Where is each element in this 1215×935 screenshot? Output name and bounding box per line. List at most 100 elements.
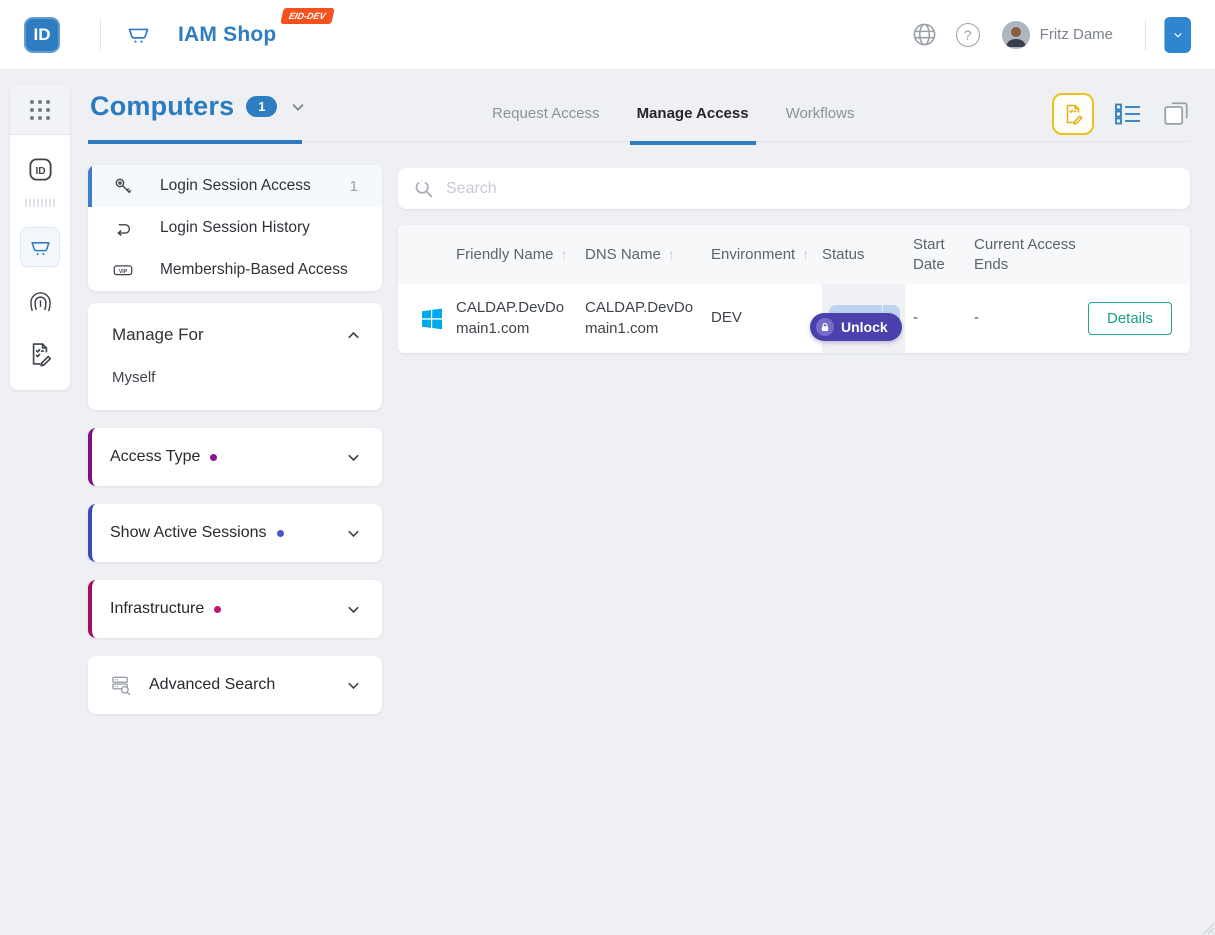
chevron-down-icon: [345, 525, 362, 542]
column-header-dns-name[interactable]: DNS Name↑: [585, 245, 711, 265]
nav-item-label: Login Session Access: [160, 177, 311, 195]
app-title: IAM Shop: [178, 23, 276, 46]
svg-text:VIP: VIP: [119, 269, 128, 275]
tab-workflows[interactable]: Workflows: [786, 85, 855, 142]
nav-item-label: Membership-Based Access: [160, 261, 348, 279]
filter-active-dot: [214, 606, 221, 613]
manage-for-title: Manage For: [112, 325, 204, 345]
svg-text:ID: ID: [35, 166, 45, 177]
barcode: [25, 199, 55, 207]
chevron-down-icon: [345, 601, 362, 618]
column-header-environment[interactable]: Environment↑: [711, 245, 822, 265]
resize-handle[interactable]: [1201, 921, 1214, 934]
cart-button[interactable]: [1164, 17, 1191, 53]
sort-ascending-icon: ↑: [561, 245, 568, 263]
document-edit-icon: [26, 340, 54, 368]
tab-manage-access[interactable]: Manage Access: [637, 85, 749, 142]
document-edit-icon: [1061, 102, 1085, 126]
list-view-button[interactable]: [1114, 101, 1142, 127]
table-header-row: Friendly Name↑ DNS Name↑ Environment↑ St…: [398, 225, 1190, 284]
key-icon: [112, 175, 134, 197]
chevron-down-icon: [345, 677, 362, 694]
company-logo[interactable]: ID: [24, 17, 60, 53]
column-header-friendly-name[interactable]: Friendly Name↑: [456, 245, 585, 265]
windows-logo-icon: [420, 307, 444, 331]
fingerprint-icon: [27, 289, 54, 316]
vip-badge-icon: VIP: [112, 259, 134, 281]
filter-sidebar: Login Session Access 1 Login Session His…: [88, 165, 382, 732]
table-row: CALDAP.DevDomain1.com CALDAP.DevDomain1.…: [398, 284, 1190, 353]
app-launcher-button[interactable]: [10, 85, 70, 135]
column-header-status: Status: [822, 245, 905, 265]
pending-requests-button[interactable]: [1052, 93, 1094, 135]
chevron-up-icon: [345, 327, 362, 344]
manage-for-card: Manage For Myself: [88, 303, 382, 410]
status-cell: Unlock: [822, 284, 905, 353]
filter-active-dot: [210, 454, 217, 461]
chevron-down-icon: [345, 449, 362, 466]
column-header-start-date: Start Date: [905, 225, 974, 284]
accordion-infrastructure[interactable]: Infrastructure: [88, 580, 382, 638]
page-header: Computers 1 Request Access Manage Access…: [88, 85, 1190, 142]
details-button[interactable]: Details: [1088, 302, 1172, 335]
accordion-advanced-search[interactable]: Advanced Search: [88, 656, 382, 714]
accordion-label: Access Type: [110, 448, 200, 466]
card-view-icon: [1162, 100, 1190, 128]
environment-cell: DEV: [711, 308, 822, 328]
nav-item-label: Login Session History: [160, 219, 310, 237]
results-panel: Friendly Name↑ DNS Name↑ Environment↑ St…: [398, 168, 1190, 353]
nav-item-membership-based-access[interactable]: VIP Membership-Based Access: [88, 249, 382, 291]
rail-item-credentials[interactable]: [27, 289, 54, 316]
cart-dropdown-chevron[interactable]: [1165, 29, 1191, 41]
nav-item-login-session-history[interactable]: Login Session History: [88, 207, 382, 249]
environment-badge: EID-DEV: [281, 8, 335, 24]
server-search-icon: [110, 674, 133, 697]
history-arrow-icon: [112, 217, 134, 239]
nav-item-login-session-access[interactable]: Login Session Access 1: [88, 165, 382, 207]
accordion-access-type[interactable]: Access Type: [88, 428, 382, 486]
shopping-cart-icon: [28, 235, 53, 260]
id-card-icon: ID: [27, 156, 54, 183]
start-date-cell: -: [905, 308, 974, 328]
page-switch-chevron-icon[interactable]: [289, 98, 307, 116]
user-name[interactable]: Fritz Dame: [1040, 26, 1113, 43]
user-avatar[interactable]: [1002, 21, 1030, 49]
top-app-bar: ID IAM Shop EID-DEV ? Fritz Dame: [0, 0, 1215, 70]
icon-rail: ID: [10, 85, 70, 390]
result-count-badge: 1: [246, 96, 277, 117]
nav-item-count: 1: [350, 178, 358, 195]
accordion-label: Advanced Search: [149, 676, 275, 694]
rail-item-shop-active[interactable]: [20, 227, 60, 267]
sort-ascending-icon: ↑: [668, 245, 675, 263]
access-nav-card: Login Session Access 1 Login Session His…: [88, 165, 382, 291]
results-table: Friendly Name↑ DNS Name↑ Environment↑ St…: [398, 225, 1190, 353]
current-access-ends-cell: -: [974, 308, 1088, 328]
accordion-show-active-sessions[interactable]: Show Active Sessions: [88, 504, 382, 562]
column-header-current-access-ends: Current Access Ends: [974, 225, 1088, 284]
tab-bar: Request Access Manage Access Workflows: [492, 85, 854, 142]
card-view-button[interactable]: [1162, 100, 1190, 128]
list-view-icon: [1114, 101, 1142, 127]
tab-request-access[interactable]: Request Access: [492, 85, 600, 142]
padlock-icon: [816, 318, 834, 336]
page-title: Computers: [90, 91, 234, 122]
language-globe-button[interactable]: [911, 21, 938, 48]
unlock-button[interactable]: Unlock: [810, 313, 902, 341]
rail-item-identity[interactable]: ID: [27, 156, 54, 183]
sort-ascending-icon: ↑: [802, 245, 809, 263]
unlock-button-label: Unlock: [841, 319, 888, 335]
app-launcher-grid-icon: [27, 97, 53, 123]
title-underline: [88, 140, 302, 144]
shopping-cart-icon: [125, 21, 152, 48]
accordion-label: Infrastructure: [110, 600, 204, 618]
filter-active-dot: [277, 530, 284, 537]
manage-for-selected[interactable]: Myself: [112, 369, 362, 386]
rail-item-requests[interactable]: [26, 340, 54, 368]
divider: [1145, 20, 1146, 50]
divider: [100, 20, 101, 50]
friendly-name-cell: CALDAP.DevDomain1.com: [456, 298, 585, 339]
help-button[interactable]: ?: [956, 23, 980, 47]
os-icon-cell: [398, 307, 456, 331]
manage-for-header[interactable]: Manage For: [112, 325, 362, 345]
dns-name-cell: CALDAP.DevDomain1.com: [585, 298, 711, 339]
